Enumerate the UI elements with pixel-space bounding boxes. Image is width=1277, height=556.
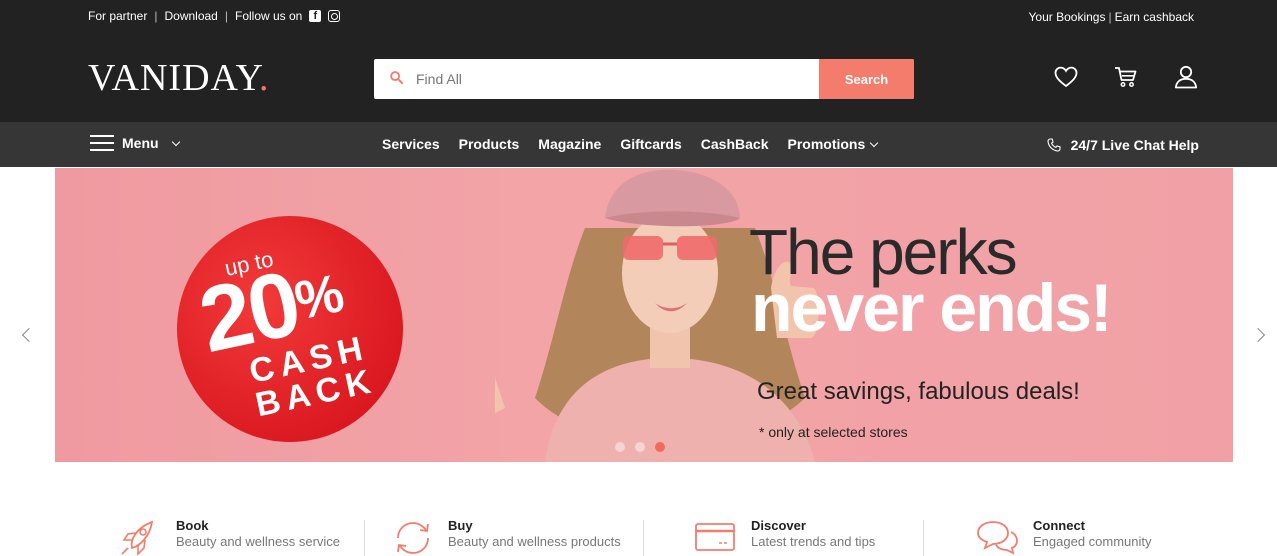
carousel-prev-arrow[interactable] xyxy=(21,327,37,343)
feature-title: Discover xyxy=(751,518,806,533)
user-icon[interactable] xyxy=(1173,64,1199,90)
chat-bubbles-icon xyxy=(977,521,1018,555)
carousel-dot[interactable] xyxy=(615,442,625,452)
nav-services[interactable]: Services xyxy=(382,136,440,152)
cashback-badge: up to 20% CASH BACK xyxy=(155,194,425,462)
feature-buy[interactable]: Buy Beauty and wellness products xyxy=(390,518,621,556)
main-nav: Menu Services Products Magazine Giftcard… xyxy=(0,122,1277,167)
top-strip: For partner | Download | Follow us on f … xyxy=(0,0,1277,34)
logo-text: VANIDAY xyxy=(88,57,260,99)
logo[interactable]: VANIDAY. xyxy=(88,59,270,97)
search-button[interactable]: Search xyxy=(819,59,914,99)
carousel-dot[interactable] xyxy=(635,442,645,452)
carousel-dot-active[interactable] xyxy=(655,442,665,452)
top-strip-right: Your Bookings | Earn cashback xyxy=(1029,10,1194,24)
carousel-next-arrow[interactable] xyxy=(1250,327,1266,343)
hero-subline: Great savings, fabulous deals! xyxy=(757,378,1080,405)
feature-subtitle: Beauty and wellness products xyxy=(448,534,621,549)
live-chat-link[interactable]: 24/7 Live Chat Help xyxy=(1047,137,1199,153)
separator: | xyxy=(154,9,158,23)
feature-title: Connect xyxy=(1033,518,1085,533)
search-bar: Search xyxy=(374,59,914,99)
your-bookings-link[interactable]: Your Bookings xyxy=(1029,10,1106,24)
feature-title: Buy xyxy=(448,518,473,533)
feature-text: Buy Beauty and wellness products xyxy=(448,518,621,556)
feature-connect[interactable]: Connect Engaged community xyxy=(975,518,1152,556)
chevron-down-icon xyxy=(870,138,879,148)
hero-banner[interactable]: up to 20% CASH BACK The perks never ends!… xyxy=(55,168,1233,462)
nav-cashback[interactable]: CashBack xyxy=(701,136,769,152)
instagram-icon[interactable] xyxy=(328,10,341,22)
header: VANIDAY. Search xyxy=(0,34,1277,122)
cart-icon[interactable] xyxy=(1113,64,1139,90)
feature-title: Book xyxy=(176,518,209,533)
for-partner-link[interactable]: For partner xyxy=(88,9,147,23)
nav-promotions[interactable]: Promotions xyxy=(787,136,879,152)
feature-text: Book Beauty and wellness service xyxy=(176,518,340,556)
earn-cashback-link[interactable]: Earn cashback xyxy=(1115,10,1194,24)
carousel-dots xyxy=(615,442,665,452)
menu-label: Menu xyxy=(122,135,159,151)
feature-subtitle: Latest trends and tips xyxy=(751,534,876,549)
hamburger-icon xyxy=(90,135,114,151)
nav-magazine[interactable]: Magazine xyxy=(538,136,601,152)
hero-note: * only at selected stores xyxy=(759,424,908,440)
feature-book[interactable]: Book Beauty and wellness service xyxy=(118,518,340,556)
live-chat-label: 24/7 Live Chat Help xyxy=(1070,137,1199,153)
separator: | xyxy=(224,9,228,23)
facebook-icon[interactable]: f xyxy=(309,10,322,22)
feature-subtitle: Engaged community xyxy=(1033,534,1152,549)
download-link[interactable]: Download xyxy=(164,9,217,23)
nav-products[interactable]: Products xyxy=(459,136,520,152)
chevron-down-icon xyxy=(171,137,180,146)
heart-icon[interactable] xyxy=(1053,64,1079,90)
search-input[interactable] xyxy=(416,59,816,99)
features-row: Book Beauty and wellness service Buy Bea… xyxy=(0,514,1277,556)
feature-text: Discover Latest trends and tips xyxy=(751,518,875,556)
card-icon xyxy=(695,523,735,551)
nav-links: Services Products Magazine Giftcards Cas… xyxy=(382,136,879,152)
rocket-icon xyxy=(121,520,154,556)
divider xyxy=(923,520,924,556)
feature-discover[interactable]: Discover Latest trends and tips xyxy=(693,518,875,556)
follow-us-label: Follow us on xyxy=(234,9,303,23)
phone-icon xyxy=(1047,138,1061,152)
nav-promotions-label: Promotions xyxy=(787,136,866,152)
menu-button[interactable]: Menu xyxy=(90,135,180,151)
header-icons xyxy=(1053,64,1199,90)
separator: | xyxy=(1108,10,1112,24)
hero-headline-2: never ends! xyxy=(751,270,1113,346)
feature-subtitle: Beauty and wellness service xyxy=(176,534,341,549)
feature-text: Connect Engaged community xyxy=(1033,518,1152,556)
divider xyxy=(643,520,644,556)
logo-dot: . xyxy=(259,57,270,99)
top-strip-left: For partner | Download | Follow us on f xyxy=(88,9,341,23)
refresh-icon xyxy=(397,522,429,554)
divider xyxy=(364,520,365,556)
nav-giftcards[interactable]: Giftcards xyxy=(620,136,681,152)
search-icon xyxy=(390,71,403,84)
